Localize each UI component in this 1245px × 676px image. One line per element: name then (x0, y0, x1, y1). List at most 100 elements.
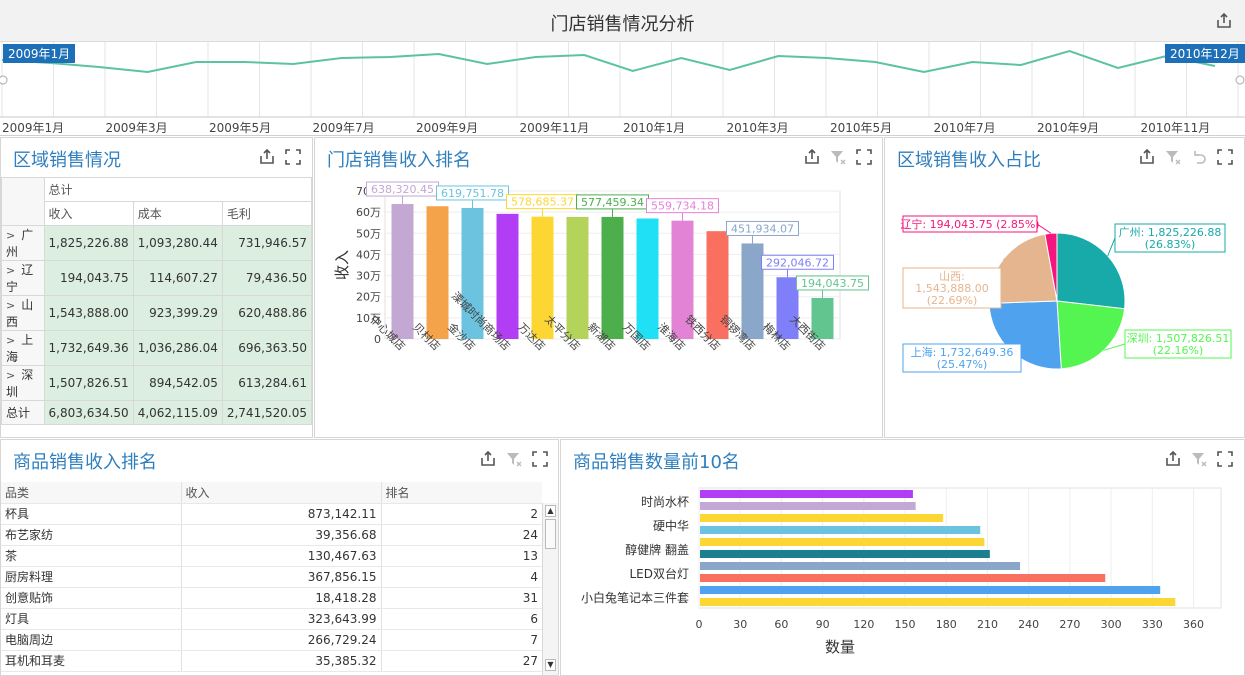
bar[interactable] (636, 218, 659, 339)
export-icon[interactable] (258, 148, 276, 166)
column-header[interactable]: 排名 (381, 482, 542, 504)
export-icon[interactable] (1164, 450, 1182, 468)
table-row[interactable]: 茶 130,467.63 13 (1, 545, 542, 567)
timeline-tick-label: 2010年7月 (933, 121, 996, 135)
fullscreen-icon[interactable] (531, 450, 549, 468)
bar[interactable] (566, 216, 589, 339)
table-cell: 1,543,888.00 (43, 295, 134, 331)
chevron-right-icon[interactable]: > (6, 334, 15, 347)
table-cell: 894,542.05 (132, 365, 223, 401)
table-cell: 6 (381, 608, 542, 630)
export-icon[interactable] (1215, 12, 1233, 30)
bar[interactable] (700, 562, 1021, 570)
table-row[interactable]: 创意贴饰 18,418.28 31 (1, 587, 542, 609)
x-tick-label: 120 (853, 618, 874, 631)
row-header[interactable]: > 广州 (1, 225, 45, 261)
table-row[interactable]: > 深圳 1,507,826.51 894,542.05 613,284.61 (1, 365, 313, 401)
table-row[interactable]: 灯具 323,643.99 6 (1, 608, 542, 630)
row-header[interactable]: > 辽宁 (1, 260, 45, 296)
time-slider[interactable]: 2009年1月 2010年12月 2009年1月 2009年3月 2009年5月 20… (0, 42, 1245, 136)
bar[interactable] (700, 586, 1161, 594)
column-header[interactable]: 成本 (132, 201, 223, 226)
fullscreen-icon[interactable] (855, 148, 873, 166)
scroll-thumb[interactable] (545, 519, 556, 549)
table-cell: 1,825,226.88 (43, 225, 134, 261)
bar[interactable] (741, 243, 764, 339)
table-cell: 35,385.32 (181, 650, 382, 672)
bar[interactable] (426, 206, 449, 339)
chevron-right-icon[interactable]: > (6, 229, 15, 242)
table-row[interactable]: > 辽宁 194,043.75 114,607.27 79,436.50 (1, 260, 313, 296)
column-header[interactable]: 毛利 (221, 201, 313, 226)
scroll-down-icon[interactable]: ▼ (545, 659, 556, 671)
table-row[interactable]: 厨房料理 367,856.15 4 (1, 566, 542, 588)
column-header[interactable]: 品类 (1, 482, 182, 504)
table-row[interactable]: > 上海 1,732,649.36 1,036,286.04 696,363.50 (1, 330, 313, 366)
undo-icon[interactable] (1190, 148, 1208, 166)
scroll-up-icon[interactable]: ▲ (545, 505, 556, 517)
pie-slice[interactable] (1056, 300, 1126, 370)
bar[interactable] (700, 550, 990, 558)
bar[interactable] (496, 213, 519, 339)
y-tick-label: 醇健牌 翻盖 (625, 542, 689, 557)
table-cell: 696,363.50 (221, 330, 313, 366)
column-header[interactable]: 收入 (181, 482, 382, 504)
table-row[interactable]: 杯具 873,142.11 2 (1, 503, 542, 525)
table-cell: 厨房料理 (1, 566, 182, 588)
panel-title: 商品销售收入排名 (13, 452, 157, 473)
row-header[interactable]: > 山西 (1, 295, 45, 331)
data-label: 578,685.37 (511, 196, 574, 209)
timeline-tick-label: 2010年3月 (726, 121, 789, 135)
data-label: 577,459.34 (581, 196, 644, 209)
table-row[interactable]: > 山西 1,543,888.00 923,399.29 620,488.86 (1, 295, 313, 331)
bar[interactable] (700, 538, 985, 546)
table-row[interactable]: > 广州 1,825,226.88 1,093,280.44 731,946.57 (1, 225, 313, 261)
table-cell: 130,467.63 (181, 545, 382, 567)
bar[interactable] (700, 514, 944, 522)
bar[interactable] (700, 574, 1106, 582)
timeline-tick-label: 2009年9月 (416, 121, 479, 135)
bar[interactable] (700, 490, 913, 498)
table-cell: 323,643.99 (181, 608, 382, 630)
timeline-tick-label: 2009年7月 (312, 121, 375, 135)
filter-clear-icon[interactable] (829, 148, 847, 166)
x-tick-label: 360 (1183, 618, 1204, 631)
row-header[interactable]: > 上海 (1, 330, 45, 366)
x-tick-label: 90 (816, 618, 830, 631)
store-revenue-chart: 010万20万30万40万50万60万70万收入中心城店638,320.45贝村… (333, 181, 869, 353)
column-header[interactable]: 收入 (43, 201, 134, 226)
slider-handle-right[interactable] (1235, 75, 1245, 85)
bar[interactable] (391, 204, 414, 339)
bar[interactable] (700, 598, 1176, 606)
table-row[interactable]: 布艺家纺 39,356.68 24 (1, 524, 542, 546)
bar[interactable] (700, 502, 916, 510)
table-cell: 39,356.68 (181, 524, 382, 546)
filter-clear-icon[interactable] (505, 450, 523, 468)
chevron-right-icon[interactable]: > (6, 369, 15, 382)
region-table: 总计 收入 成本 毛利 > 广州 1,825,226.88 1,093,280.44 7… (1, 177, 313, 425)
table-row[interactable]: 耳机和耳麦 35,385.32 27 (1, 650, 542, 672)
table-row[interactable]: 电脑周边 266,729.24 7 (1, 629, 542, 651)
slider-handle-left[interactable] (0, 75, 8, 85)
export-icon[interactable] (1138, 148, 1156, 166)
bar[interactable] (601, 216, 624, 339)
row-header[interactable]: > 深圳 (1, 365, 45, 401)
table-cell: 24 (381, 524, 542, 546)
fullscreen-icon[interactable] (1216, 450, 1234, 468)
data-label: 451,934.07 (731, 222, 794, 235)
export-icon[interactable] (803, 148, 821, 166)
chevron-right-icon[interactable]: > (6, 264, 15, 277)
y-tick-label: 30万 (356, 270, 381, 283)
timeline-tick-label: 2010年9月 (1037, 121, 1100, 135)
timeline-tick-label: 2010年11月 (1140, 121, 1211, 135)
fullscreen-icon[interactable] (284, 148, 302, 166)
bar[interactable] (700, 526, 981, 534)
chevron-right-icon[interactable]: > (6, 299, 15, 312)
fullscreen-icon[interactable] (1216, 148, 1234, 166)
y-tick-label: 硬中华 (653, 518, 689, 533)
table-scrollbar[interactable]: ▲ ▼ (542, 503, 558, 675)
table-cell: 18,418.28 (181, 587, 382, 609)
filter-clear-icon[interactable] (1190, 450, 1208, 468)
export-icon[interactable] (479, 450, 497, 468)
filter-clear-icon[interactable] (1164, 148, 1182, 166)
